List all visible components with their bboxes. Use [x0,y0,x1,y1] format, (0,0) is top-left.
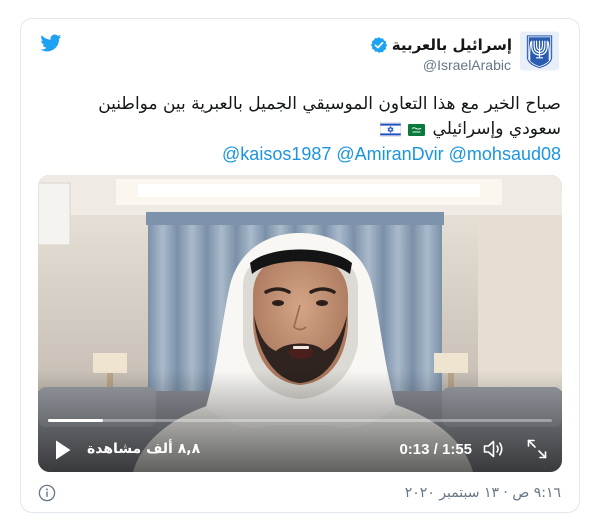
author-name[interactable]: إسرائيل بالعربية [392,35,512,55]
fullscreen-icon [527,439,547,459]
video-frame [38,175,562,472]
tweet-timestamp[interactable]: ٩:١٦ ص · ١٣ سبتمبر ٢٠٢٠ [405,485,561,501]
avatar[interactable] [520,31,559,71]
play-icon [56,440,71,460]
tweet-text-line: صباح الخير مع هذا التعاون الموسيقي الجمي… [98,94,561,114]
verified-badge-icon [370,37,387,53]
author-handle[interactable]: @IsraelArabic [423,57,511,73]
saudi-arabia-flag-icon [407,123,425,136]
volume-button[interactable] [482,438,506,460]
mention-link[interactable]: @AmiranDvir [336,142,443,167]
volume-icon [483,440,503,458]
tweet-text: صباح الخير مع هذا التعاون الموسيقي الجمي… [38,92,561,167]
view-count: ٨,٨ ألف مشاهدة [87,441,201,457]
tweet-text-line: سعودي وإسرائيلي [38,117,561,142]
progress-fill [48,419,104,422]
info-icon[interactable] [38,484,56,502]
israel-flag-icon [379,122,401,137]
tweet-card: إسرائيل بالعربية @IsraelArabic صباح الخي… [20,18,580,513]
video-time: 0:13 / 1:55 [399,441,472,458]
twitter-bird-icon[interactable] [38,32,63,54]
mention-link[interactable]: @kaisos1987 [222,142,331,167]
progress-bar[interactable] [48,419,552,422]
mentions-line: @kaisos1987 @AmiranDvir @mohsaud08 [38,142,561,167]
mention-link[interactable]: @mohsaud08 [449,142,561,167]
play-button[interactable] [54,439,72,461]
fullscreen-button[interactable] [525,437,549,461]
video-player[interactable]: ٨,٨ ألف مشاهدة 0:13 / 1:55 [38,175,562,472]
tweet-text-fragment: سعودي وإسرائيلي [432,119,561,139]
israel-emblem-icon [520,31,559,71]
author-name-row[interactable]: إسرائيل بالعربية [370,35,512,55]
